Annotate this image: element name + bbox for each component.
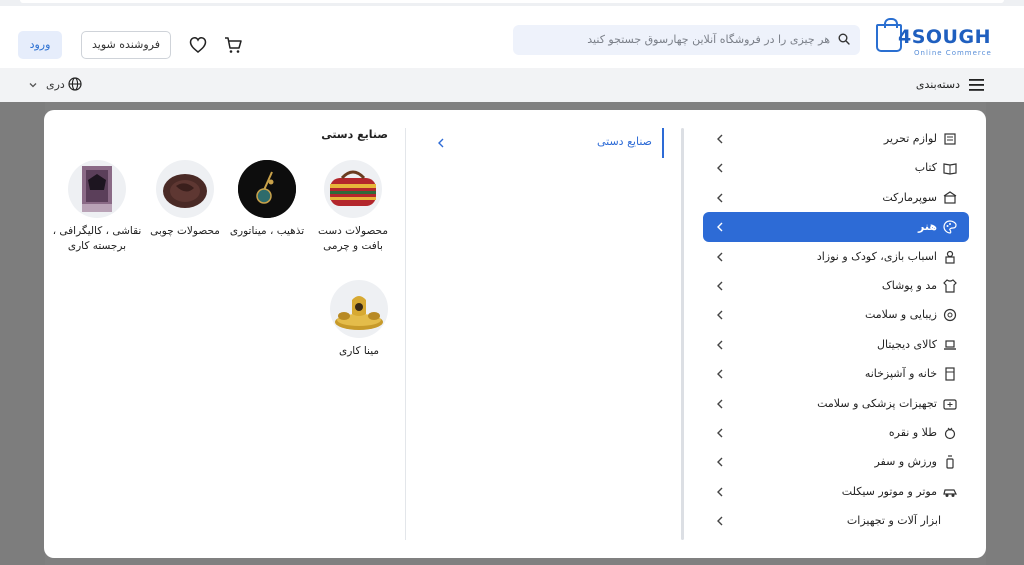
category-label: ورزش و سفر <box>874 455 937 469</box>
category-label: زیبایی و سلامت <box>864 308 937 322</box>
category-label: هنر <box>918 220 937 234</box>
chevron-left-icon <box>717 310 723 320</box>
product-name: نقاشی ، کالیگرافی ، برجسته کاری <box>52 225 142 252</box>
category-item[interactable]: سوپرمارکت <box>703 183 969 212</box>
product-name: محصولات چوبی <box>150 225 220 237</box>
kitchen-icon <box>945 367 955 381</box>
category-item[interactable]: ابزار آلات و تجهیزات <box>703 506 969 535</box>
category-item[interactable]: زیبایی و سلامت <box>703 300 969 329</box>
chevron-left-icon <box>717 281 723 291</box>
product-name: مینا کاری <box>339 345 379 357</box>
category-item[interactable]: لوازم تحریر <box>703 124 969 153</box>
category-label: موتر و موتور سیکلت <box>841 484 937 498</box>
mega-menu: لوازم تحریر کتاب سوپرمارکت هنر اسباب بازی، ک… <box>44 110 986 558</box>
category-item[interactable]: تجهیزات پزشکی و سلامت <box>703 389 969 418</box>
search-box[interactable]: هر چیزی را در فروشگاه آنلاین چهارسوق جست… <box>513 25 860 55</box>
category-label: تجهیزات پزشکی و سلامت <box>817 396 937 410</box>
jewelry-icon <box>944 427 956 440</box>
search-input[interactable]: هر چیزی را در فروشگاه آنلاین چهارسوق جست… <box>587 33 830 46</box>
painting-image <box>68 160 126 218</box>
category-item[interactable]: اسباب بازی، کودک و نوزاد <box>703 242 969 271</box>
category-item[interactable]: کالای دیجیتال <box>703 330 969 359</box>
category-label: ابزار آلات و تجهیزات <box>846 514 941 528</box>
product-name: محصولات دست بافت و چرمی <box>318 225 388 252</box>
subcategory-item[interactable]: صنایع دستی <box>424 128 664 158</box>
category-item[interactable]: هنر <box>703 212 969 242</box>
chevron-left-icon <box>717 340 723 350</box>
become-seller-button[interactable]: فروشنده شوید <box>81 31 171 59</box>
category-list: لوازم تحریر کتاب سوپرمارکت هنر اسباب بازی، ک… <box>703 124 969 535</box>
menu-icon[interactable] <box>969 79 984 91</box>
cart-icon[interactable] <box>224 36 242 54</box>
category-label: کالای دیجیتال <box>876 337 937 351</box>
chevron-left-icon <box>438 138 444 148</box>
category-item[interactable]: مد و پوشاک <box>703 271 969 300</box>
stationery-icon <box>944 133 956 145</box>
logo-text: 4SOUGH <box>898 26 991 48</box>
sport-icon <box>946 455 954 469</box>
category-item[interactable]: کتاب <box>703 153 969 182</box>
category-label: سوپرمارکت <box>882 190 937 204</box>
category-label: مد و پوشاک <box>881 278 937 292</box>
chevron-left-icon <box>717 222 723 232</box>
enamel-work-image <box>330 280 388 338</box>
car-icon <box>943 489 957 497</box>
globe-icon <box>68 77 82 91</box>
laptop-icon <box>944 340 956 350</box>
chevron-down-icon <box>29 83 37 88</box>
product-name: تذهیب ، میناتوری <box>229 225 305 237</box>
chevron-left-icon <box>717 428 723 438</box>
chevron-left-icon <box>717 487 723 497</box>
category-label: اسباب بازی، کودک و نوزاد <box>816 249 937 263</box>
product-item[interactable]: محصولات چوبی <box>140 160 230 239</box>
category-item[interactable]: خانه و آشپزخانه <box>703 359 969 388</box>
category-label: طلا و نقره <box>888 425 937 439</box>
scrollbar[interactable] <box>681 128 684 540</box>
wooden-plate-image <box>156 160 214 218</box>
beauty-icon <box>943 309 957 322</box>
medical-icon <box>943 398 957 410</box>
heart-icon[interactable] <box>189 36 207 54</box>
clothing-icon <box>943 279 957 293</box>
category-item[interactable]: ورزش و سفر <box>703 447 969 476</box>
language-selector[interactable]: دری <box>46 78 65 91</box>
palette-icon <box>943 220 957 234</box>
chevron-left-icon <box>717 252 723 262</box>
chevron-left-icon <box>717 163 723 173</box>
search-icon <box>838 33 850 45</box>
chevron-left-icon <box>717 134 723 144</box>
site-logo[interactable]: 4SOUGH Online Commerce <box>876 18 991 58</box>
chevron-left-icon <box>717 369 723 379</box>
miniature-art-image <box>238 160 296 218</box>
supermarket-icon <box>943 191 957 204</box>
category-label: کتاب <box>914 161 937 175</box>
column-divider <box>405 128 406 540</box>
book-icon <box>943 163 957 175</box>
chevron-left-icon <box>717 457 723 467</box>
product-item[interactable]: نقاشی ، کالیگرافی ، برجسته کاری <box>52 160 142 254</box>
chevron-left-icon <box>717 516 723 526</box>
product-item[interactable]: مینا کاری <box>314 280 404 359</box>
site-header: 4SOUGH Online Commerce هر چیزی را در فرو… <box>0 6 1024 68</box>
categories-label[interactable]: دسته‌بندی <box>916 78 960 91</box>
chevron-left-icon <box>717 399 723 409</box>
logo-subtitle: Online Commerce <box>914 49 992 57</box>
subcategory-label: صنایع دستی <box>596 135 652 148</box>
chevron-left-icon <box>717 193 723 203</box>
category-item[interactable]: موتر و موتور سیکلت <box>703 477 969 506</box>
products-group-title[interactable]: صنایع دستی <box>321 128 388 141</box>
active-indicator <box>662 128 664 158</box>
category-item[interactable]: طلا و نقره <box>703 418 969 447</box>
toy-icon <box>945 250 955 264</box>
category-bar: دسته‌بندی دری <box>0 68 1024 102</box>
product-item[interactable]: تذهیب ، میناتوری <box>222 160 312 239</box>
category-label: خانه و آشپزخانه <box>864 367 937 381</box>
handwoven-bag-image <box>324 160 382 218</box>
category-label: لوازم تحریر <box>883 132 937 145</box>
product-item[interactable]: محصولات دست بافت و چرمی <box>308 160 398 254</box>
login-button[interactable]: ورود <box>18 31 62 59</box>
